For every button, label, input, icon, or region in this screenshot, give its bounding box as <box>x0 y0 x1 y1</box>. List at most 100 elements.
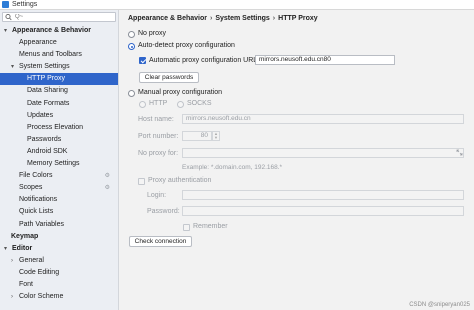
tree-item-label: HTTP Proxy <box>27 75 65 83</box>
password-label: Password: <box>147 208 180 215</box>
auto-detect-label: Auto-detect proxy configuration <box>138 42 235 49</box>
tree-item-quick-lists[interactable]: Quick Lists <box>0 206 118 218</box>
project-config-icon: ⚙ <box>104 185 110 192</box>
tree-item-label: System Settings <box>19 63 70 71</box>
tree-item-http-proxy[interactable]: HTTP Proxy <box>0 73 118 86</box>
tree-item-font[interactable]: Font <box>0 279 118 291</box>
login-field[interactable] <box>182 190 464 200</box>
tree-item-keymap[interactable]: Keymap <box>0 231 118 243</box>
tree-item-label: Path Variables <box>19 220 65 228</box>
tree-item-label: Passwords <box>27 135 62 143</box>
tree-item-appearance[interactable]: Appearance <box>0 37 118 49</box>
settings-content: Appearance & Behavior › System Settings › HT… <box>120 10 474 310</box>
password-field[interactable] <box>182 206 464 216</box>
tree-item-notifications[interactable]: Notifications <box>0 194 118 206</box>
breadcrumb-separator: › <box>209 15 213 22</box>
port-number-field[interactable]: 80 <box>182 131 212 141</box>
tree-item-process-elevation[interactable]: Process Elevation <box>0 122 118 134</box>
chevron-right-icon[interactable]: › <box>11 291 13 303</box>
tree-item-label: Color Scheme <box>19 293 64 301</box>
auto-config-url-checkbox[interactable] <box>139 57 146 64</box>
tree-item-general[interactable]: › General <box>0 255 118 267</box>
tree-item-label: Keymap <box>11 232 39 240</box>
tree-item-label: File Colors <box>19 172 53 180</box>
tree-item-date-formats[interactable]: Date Formats <box>0 98 118 110</box>
expand-field-icon[interactable] <box>456 149 463 158</box>
title-bar: Settings <box>0 0 474 10</box>
tree-item-label: Menus and Toolbars <box>19 51 82 59</box>
tree-item-label: Process Elevation <box>27 123 84 131</box>
no-proxy-for-field[interactable] <box>182 148 464 158</box>
breadcrumb-item: HTTP Proxy <box>278 15 318 22</box>
tree-item-label: Editor <box>12 244 33 252</box>
tree-item-label: Date Formats <box>27 99 70 107</box>
chevron-down-icon[interactable]: ▾ <box>11 61 14 73</box>
breadcrumb-item: Appearance & Behavior <box>128 15 207 22</box>
search-input[interactable] <box>15 13 113 21</box>
check-connection-button[interactable]: Check connection <box>129 236 192 247</box>
tree-item-passwords[interactable]: Passwords <box>0 134 118 146</box>
tree-item-file-colors[interactable]: File Colors ⚙ <box>0 170 118 182</box>
proxy-auth-label: Proxy authentication <box>148 177 212 184</box>
host-name-field[interactable]: mirrors.neusoft.edu.cn <box>182 114 464 124</box>
tree-item-label: Updates <box>27 111 54 119</box>
tree-item-label: Android SDK <box>27 147 68 155</box>
no-proxy-for-label: No proxy for: <box>138 150 179 157</box>
tree-item-label: Scopes <box>19 184 43 192</box>
tree-item-scopes[interactable]: Scopes ⚙ <box>0 182 118 194</box>
app-icon <box>2 1 9 8</box>
breadcrumb-item: System Settings <box>215 15 270 22</box>
tree-item-appearance-behavior[interactable]: ▾ Appearance & Behavior <box>0 25 118 37</box>
settings-tree: ▾ Appearance & Behavior Appearance Menus… <box>0 25 118 303</box>
tree-item-label: General <box>19 256 44 264</box>
tree-item-menus-toolbars[interactable]: Menus and Toolbars <box>0 49 118 61</box>
chevron-right-icon[interactable]: › <box>11 255 13 267</box>
chevron-down-icon[interactable]: ▾ <box>4 25 7 37</box>
tree-item-label: Data Sharing <box>27 87 68 95</box>
tree-item-label: Notifications <box>19 196 58 204</box>
search-box[interactable] <box>2 12 116 22</box>
search-icon <box>5 13 12 23</box>
tree-item-path-variables[interactable]: Path Variables <box>0 219 118 231</box>
host-name-label: Host name: <box>138 116 174 123</box>
chevron-down-icon[interactable]: ▼ <box>214 135 218 140</box>
manual-proxy-radio[interactable] <box>128 90 135 97</box>
http-radio[interactable] <box>139 101 146 108</box>
tree-item-updates[interactable]: Updates <box>0 110 118 122</box>
auto-config-url-label: Automatic proxy configuration URL: <box>149 57 260 64</box>
tree-item-label: Appearance <box>19 39 57 47</box>
tree-item-label: Memory Settings <box>27 160 80 168</box>
breadcrumb-separator: › <box>272 15 276 22</box>
tree-item-label: Appearance & Behavior <box>12 27 91 34</box>
tree-item-label: Quick Lists <box>19 208 54 216</box>
socks-label: SOCKS <box>187 100 212 107</box>
auto-detect-radio[interactable] <box>128 43 135 50</box>
settings-sidebar: ▾ Appearance & Behavior Appearance Menus… <box>0 10 119 310</box>
breadcrumb: Appearance & Behavior › System Settings › HT… <box>128 15 318 22</box>
no-proxy-radio[interactable] <box>128 31 135 38</box>
remember-checkbox[interactable] <box>183 224 190 231</box>
tree-item-data-sharing[interactable]: Data Sharing <box>0 85 118 97</box>
http-label: HTTP <box>149 100 168 107</box>
tree-item-color-scheme[interactable]: › Color Scheme <box>0 291 118 303</box>
no-proxy-label: No proxy <box>138 30 167 37</box>
port-stepper[interactable]: ▲ ▼ <box>212 131 220 141</box>
tree-item-android-sdk[interactable]: Android SDK <box>0 146 118 158</box>
manual-proxy-label: Manual proxy configuration <box>138 89 223 96</box>
tree-item-code-editing[interactable]: Code Editing <box>0 267 118 279</box>
clear-passwords-button[interactable]: Clear passwords <box>139 72 199 83</box>
socks-radio[interactable] <box>177 101 184 108</box>
remember-label: Remember <box>193 223 228 230</box>
no-proxy-example: Example: *.domain.com, 192.168.* <box>182 164 283 171</box>
window-title: Settings <box>12 1 38 8</box>
port-number-label: Port number: <box>138 133 179 140</box>
login-label: Login: <box>147 192 167 199</box>
tree-item-memory-settings[interactable]: Memory Settings <box>0 158 118 170</box>
auto-config-url-field[interactable]: mirrors.neusoft.edu.cn80 <box>255 55 395 65</box>
project-config-icon: ⚙ <box>104 173 110 180</box>
chevron-down-icon[interactable]: ▾ <box>4 243 7 255</box>
tree-item-editor[interactable]: ▾ Editor <box>0 243 118 255</box>
proxy-auth-checkbox[interactable] <box>138 178 145 185</box>
watermark: CSDN @sniperyan025 <box>409 302 470 308</box>
tree-item-system-settings[interactable]: ▾ System Settings <box>0 61 118 73</box>
